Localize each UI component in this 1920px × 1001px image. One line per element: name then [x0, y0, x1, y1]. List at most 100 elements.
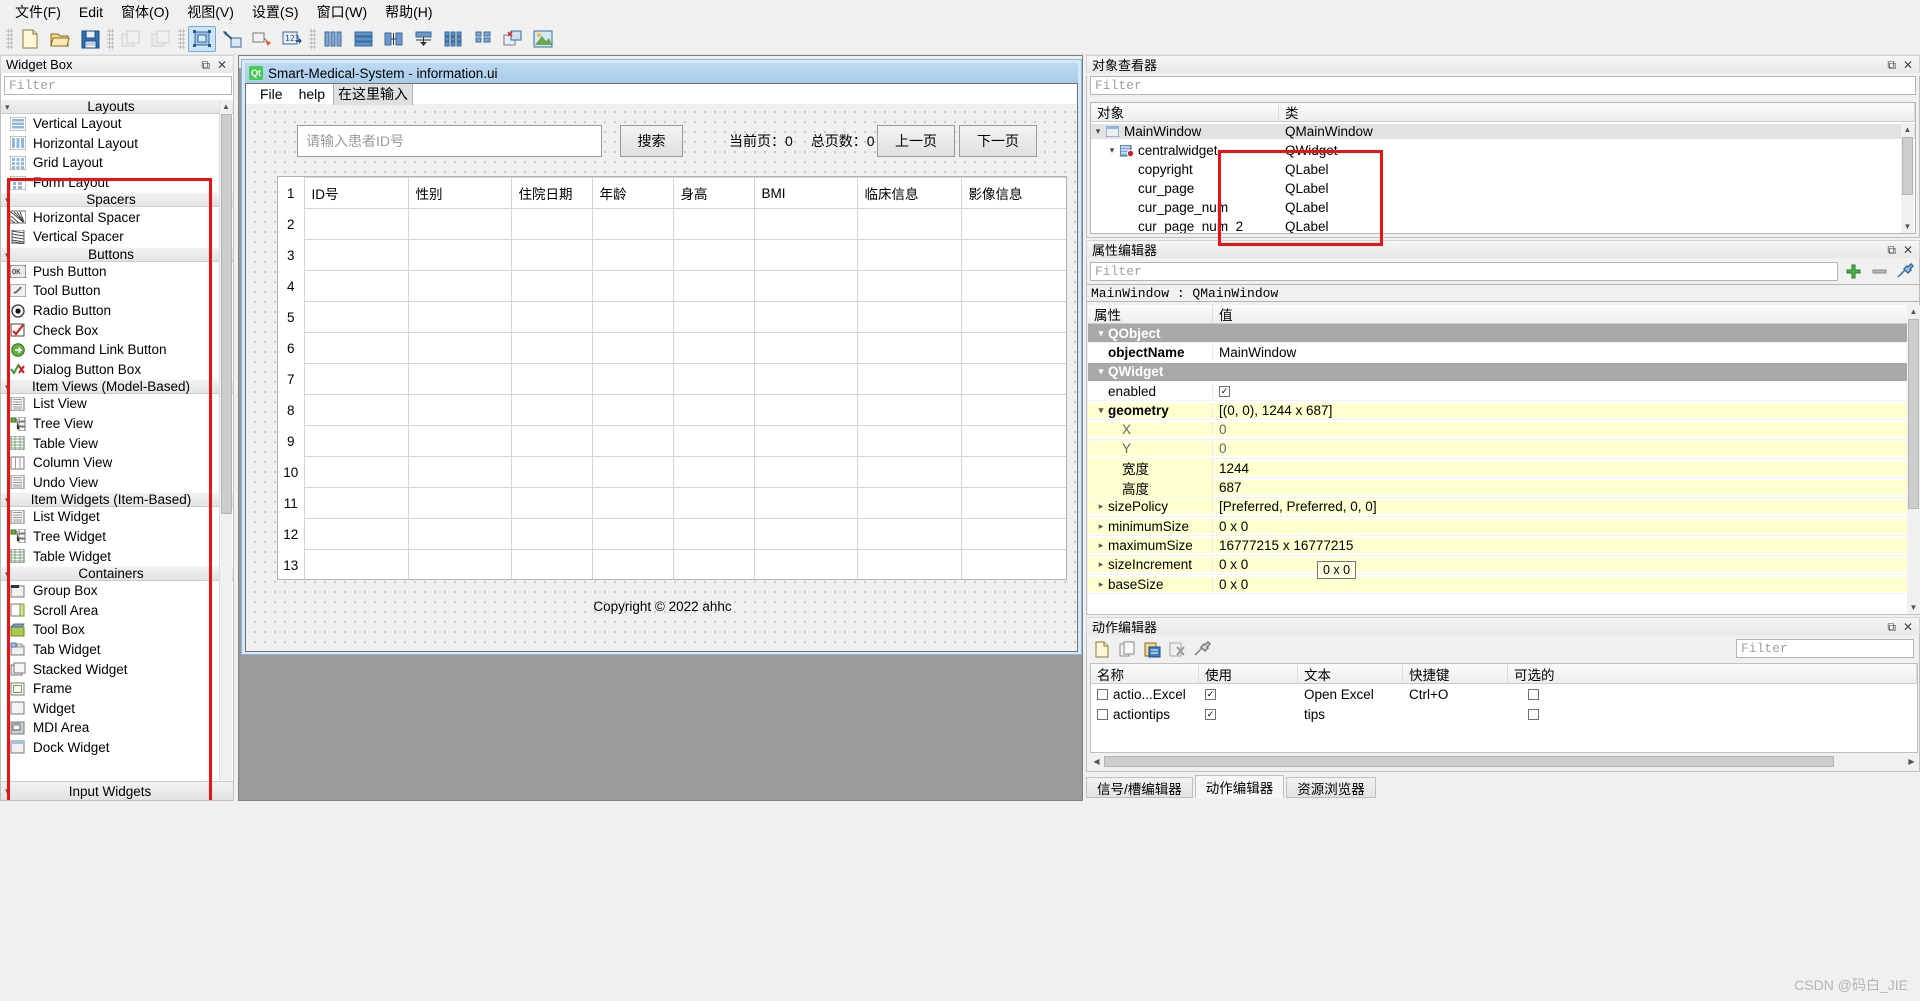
- paste-action-icon[interactable]: [1141, 639, 1163, 659]
- table-cell[interactable]: [856, 270, 962, 302]
- configure-property-editor-icon[interactable]: [1894, 261, 1916, 281]
- action-used-checkbox[interactable]: ✓: [1205, 708, 1216, 720]
- undo-button[interactable]: [117, 26, 145, 52]
- table-cell[interactable]: [591, 208, 674, 240]
- table-cell[interactable]: [591, 270, 674, 302]
- close-icon[interactable]: ✕: [1903, 59, 1913, 71]
- table-cell-header-gender[interactable]: 性别: [407, 177, 512, 209]
- column-header-used[interactable]: 使用: [1199, 664, 1298, 683]
- patient-id-input[interactable]: 请输入患者ID号: [297, 125, 602, 157]
- new-action-icon[interactable]: [1091, 639, 1113, 659]
- close-icon[interactable]: ✕: [217, 59, 227, 71]
- property-row-minimumsize[interactable]: ▸ minimumSize 0 x 0: [1088, 517, 1920, 537]
- table-cell[interactable]: [303, 270, 409, 302]
- chevron-down-icon[interactable]: ▾: [1094, 405, 1108, 416]
- widget-item-list-view[interactable]: List View: [1, 394, 233, 414]
- edit-tab-order-button[interactable]: 123: [278, 26, 306, 52]
- widget-item-command-link-button[interactable]: Command Link Button: [1, 340, 233, 360]
- table-cell[interactable]: [303, 518, 409, 550]
- property-row-geometry-height[interactable]: 高度 687: [1088, 477, 1920, 498]
- widget-box-category-containers[interactable]: ▾ Containers: [1, 565, 233, 581]
- action-editor-horizontal-scrollbar[interactable]: ◀ ▶: [1090, 755, 1918, 769]
- widget-item-vertical-spacer[interactable]: Vertical Spacer: [1, 227, 233, 247]
- form-canvas[interactable]: File help 在这里输入 请输入患者ID号 搜索 当前页：0 总页数：0 …: [245, 83, 1078, 652]
- table-cell[interactable]: [303, 363, 409, 395]
- new-form-button[interactable]: [16, 26, 44, 52]
- property-group-qobject[interactable]: ▾ QObject: [1088, 324, 1920, 344]
- table-cell[interactable]: [856, 332, 962, 364]
- table-cell[interactable]: [510, 301, 593, 333]
- table-cell[interactable]: [856, 208, 962, 240]
- table-cell[interactable]: [510, 456, 593, 488]
- scroll-up-icon[interactable]: ▲: [1907, 305, 1920, 318]
- table-cell[interactable]: [510, 487, 593, 519]
- table-cell[interactable]: [856, 425, 962, 457]
- table-cell-header-imaging-info[interactable]: 影像信息: [960, 177, 1066, 209]
- action-checkable-checkbox[interactable]: [1528, 708, 1539, 720]
- add-dynamic-property-icon[interactable]: [1842, 261, 1864, 281]
- widget-item-dock-widget[interactable]: Dock Widget: [1, 738, 233, 758]
- toolbar-drag-handle-4[interactable]: [309, 28, 316, 50]
- next-page-button[interactable]: 下一页: [959, 125, 1037, 157]
- action-row-open-excel[interactable]: actio...Excel ✓ Open Excel Ctrl+O: [1091, 684, 1917, 704]
- table-cell[interactable]: [672, 270, 755, 302]
- enabled-checkbox[interactable]: ✓: [1219, 385, 1230, 397]
- table-cell-header-admission-date[interactable]: 住院日期: [510, 177, 593, 209]
- form-window-titlebar[interactable]: Qt Smart-Medical-System - information.ui: [245, 63, 1078, 83]
- table-cell[interactable]: [672, 425, 755, 457]
- table-cell[interactable]: [672, 239, 755, 271]
- action-select-checkbox[interactable]: [1097, 688, 1108, 700]
- table-cell[interactable]: [510, 549, 593, 579]
- table-cell[interactable]: [753, 208, 858, 240]
- widget-box-vertical-scrollbar[interactable]: ▲ ▼: [219, 100, 233, 800]
- table-cell[interactable]: [753, 363, 858, 395]
- close-icon[interactable]: ✕: [1903, 621, 1913, 633]
- prev-page-button[interactable]: 上一页: [877, 125, 955, 157]
- table-cell[interactable]: [856, 456, 962, 488]
- table-cell[interactable]: [753, 270, 858, 302]
- table-cell[interactable]: [407, 332, 512, 364]
- table-cell[interactable]: [510, 208, 593, 240]
- table-cell[interactable]: [303, 239, 409, 271]
- toolbar-drag-handle-3[interactable]: [178, 28, 185, 50]
- menu-file[interactable]: 文件(F): [6, 0, 70, 24]
- property-row-sizepolicy[interactable]: ▸ sizePolicy [Preferred, Preferred, 0, 0]: [1088, 498, 1920, 517]
- table-cell[interactable]: [753, 301, 858, 333]
- property-editor-vertical-scrollbar[interactable]: ▲ ▼: [1907, 305, 1920, 614]
- table-cell[interactable]: [591, 394, 674, 426]
- table-cell[interactable]: [591, 487, 674, 519]
- form-body[interactable]: 请输入患者ID号 搜索 当前页：0 总页数：0 上一页 下一页 1 ID号 性别…: [246, 105, 1077, 651]
- table-cell-header-clinical-info[interactable]: 临床信息: [856, 177, 962, 209]
- widget-item-mdi-area[interactable]: MDI Area: [1, 718, 233, 738]
- property-value[interactable]: 0 x 0: [1213, 518, 1920, 534]
- table-cell[interactable]: [753, 487, 858, 519]
- table-cell-header-bmi[interactable]: BMI: [753, 177, 858, 209]
- widget-item-dialog-button-box[interactable]: Dialog Button Box: [1, 360, 233, 380]
- table-cell-header-age[interactable]: 年龄: [591, 177, 674, 209]
- table-cell[interactable]: [672, 332, 755, 364]
- layout-horizontally-button[interactable]: [319, 26, 347, 52]
- widget-box-category-buttons[interactable]: ▾ Buttons: [1, 246, 233, 262]
- widget-item-horizontal-layout[interactable]: Horizontal Layout: [1, 134, 233, 154]
- save-form-button[interactable]: [76, 26, 104, 52]
- table-cell[interactable]: [960, 332, 1066, 364]
- float-icon[interactable]: ⧉: [1887, 59, 1896, 71]
- table-cell[interactable]: [960, 425, 1066, 457]
- table-cell[interactable]: [672, 487, 755, 519]
- table-cell[interactable]: [591, 363, 674, 395]
- property-row-enabled[interactable]: enabled ✓: [1088, 382, 1920, 402]
- scrollbar-thumb[interactable]: [221, 114, 232, 514]
- patient-table[interactable]: 1 ID号 性别 住院日期 年龄 身高 BMI 临床信息 影像信息 2 3 4 …: [277, 176, 1067, 580]
- property-row-geometry[interactable]: ▾ geometry [(0, 0), 1244 x 687]: [1088, 401, 1920, 421]
- menu-form[interactable]: 窗体(O): [112, 0, 178, 24]
- scroll-left-icon[interactable]: ◀: [1090, 755, 1103, 768]
- object-row-cur-page[interactable]: cur_page QLabel: [1091, 179, 1915, 198]
- table-cell[interactable]: [960, 456, 1066, 488]
- table-cell[interactable]: [407, 363, 512, 395]
- table-cell[interactable]: [510, 270, 593, 302]
- property-value[interactable]: 687: [1213, 480, 1920, 496]
- table-cell[interactable]: [960, 487, 1066, 519]
- column-header-class[interactable]: 类: [1279, 103, 1915, 121]
- widget-item-grid-layout[interactable]: Grid Layout: [1, 153, 233, 173]
- table-cell[interactable]: [591, 549, 674, 579]
